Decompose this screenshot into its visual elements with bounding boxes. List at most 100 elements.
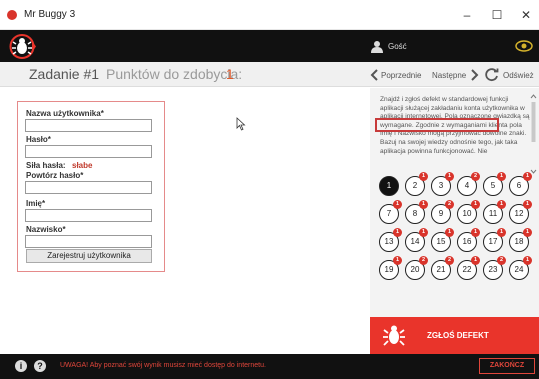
user-icon bbox=[371, 41, 383, 53]
password-strength-label: Siła hasła: bbox=[26, 161, 66, 170]
maximize-button[interactable]: ☐ bbox=[485, 7, 509, 23]
username-input[interactable] bbox=[25, 119, 152, 132]
defect-slot-number: 20 bbox=[410, 265, 420, 274]
next-label: Następne bbox=[432, 71, 467, 80]
defect-slot[interactable]: 17 1 bbox=[483, 228, 506, 252]
eye-icon[interactable] bbox=[515, 39, 533, 53]
defect-slot-number: 24 bbox=[514, 265, 524, 274]
task-description: Znajdź i zgłoś defekt w standardowej fun… bbox=[380, 96, 530, 172]
bug-logo-icon bbox=[9, 34, 36, 59]
defect-slot-number: 4 bbox=[464, 181, 470, 190]
app-icon bbox=[7, 10, 17, 20]
defect-slot[interactable]: 61 bbox=[509, 172, 532, 196]
report-defect-label: ZGŁOŚ DEFEKT bbox=[427, 331, 489, 340]
lastname-label: Nazwisko* bbox=[26, 225, 66, 234]
defect-slot[interactable]: 19 1 bbox=[379, 256, 402, 280]
defect-slot[interactable]: 13 1 bbox=[379, 228, 402, 252]
defect-slot[interactable]: 11 1 bbox=[483, 200, 506, 224]
defect-slot-badge: 1 bbox=[419, 172, 428, 181]
close-button[interactable]: ✕ bbox=[514, 7, 538, 23]
lastname-input[interactable] bbox=[25, 235, 152, 248]
report-defect-button[interactable]: ZGŁOŚ DEFEKT bbox=[370, 317, 539, 354]
defect-slot-badge: 1 bbox=[523, 256, 532, 265]
password-input[interactable] bbox=[25, 145, 152, 158]
defect-slot-badge: 1 bbox=[523, 172, 532, 181]
defect-slot[interactable]: 1 bbox=[379, 176, 399, 196]
user-name: Gość bbox=[388, 42, 407, 51]
info-icon[interactable]: i bbox=[15, 360, 27, 372]
description-scrollbar[interactable] bbox=[530, 94, 537, 174]
defect-slot-number: 9 bbox=[438, 209, 444, 218]
defect-slot[interactable]: 42 bbox=[457, 172, 480, 196]
defect-slot[interactable]: 31 bbox=[431, 172, 454, 196]
defect-slot[interactable]: 24 1 bbox=[509, 256, 532, 280]
defect-slot[interactable]: 21 bbox=[405, 172, 428, 196]
defect-slot-number: 7 bbox=[386, 209, 392, 218]
defect-slot-badge: 1 bbox=[393, 228, 402, 237]
defect-slot-number: 3 bbox=[438, 181, 444, 190]
defect-slot-badge: 2 bbox=[471, 172, 480, 181]
firstname-input[interactable] bbox=[25, 209, 152, 222]
internet-warning: UWAGA! Aby poznać swój wynik musisz mieć… bbox=[60, 362, 266, 369]
defect-slot[interactable]: 22 1 bbox=[457, 256, 480, 280]
defect-slot[interactable]: 81 bbox=[405, 200, 428, 224]
username-label: Nazwa użytkownika* bbox=[26, 109, 104, 118]
defect-slot-badge: 1 bbox=[471, 256, 480, 265]
defect-slot-number: 2 bbox=[412, 181, 418, 190]
defect-slot-badge: 1 bbox=[419, 200, 428, 209]
minimize-button[interactable]: – bbox=[455, 7, 479, 23]
password-strength-value: słabe bbox=[72, 161, 93, 170]
window-title: Mr Buggy 3 bbox=[24, 9, 76, 20]
defect-slot[interactable]: 21 2 bbox=[431, 256, 454, 280]
defect-slot[interactable]: 10 1 bbox=[457, 200, 480, 224]
defect-slot[interactable]: 16 1 bbox=[457, 228, 480, 252]
defect-slot-number: 8 bbox=[412, 209, 418, 218]
points-label: Punktów do zdobycia: bbox=[106, 66, 243, 82]
defect-slot-badge: 1 bbox=[471, 228, 480, 237]
defect-slot[interactable]: 18 1 bbox=[509, 228, 532, 252]
defect-slot-number: 17 bbox=[488, 237, 498, 246]
defect-slot-number: 14 bbox=[410, 237, 420, 246]
defect-slot-number: 19 bbox=[384, 265, 394, 274]
defect-slot[interactable]: 15 1 bbox=[431, 228, 454, 252]
defect-slot-badge: 1 bbox=[419, 228, 428, 237]
defect-slot-badge: 1 bbox=[497, 228, 506, 237]
defect-slot-badge: 1 bbox=[393, 200, 402, 209]
defect-slot[interactable]: 92 bbox=[431, 200, 454, 224]
defect-slot-number: 13 bbox=[384, 237, 394, 246]
task-title: Zadanie #1 bbox=[29, 66, 100, 82]
app-bar: Gość bbox=[0, 30, 539, 62]
registration-form: Nazwa użytkownika* Hasło* Siła hasła: sł… bbox=[17, 101, 165, 272]
defect-slot-number: 5 bbox=[490, 181, 496, 190]
defect-slot-badge: 1 bbox=[523, 228, 532, 237]
defect-slot-number: 23 bbox=[488, 265, 498, 274]
defect-slot[interactable]: 71 bbox=[379, 200, 402, 224]
defect-slot[interactable]: 23 2 bbox=[483, 256, 506, 280]
defect-slot-number: 15 bbox=[436, 237, 446, 246]
defect-slot-badge: 2 bbox=[497, 256, 506, 265]
defect-slot-badge: 1 bbox=[393, 256, 402, 265]
defect-slot-number: 1 bbox=[386, 181, 392, 190]
refresh-icon bbox=[485, 68, 499, 82]
repeat-password-label: Powtórz hasło* bbox=[26, 171, 84, 180]
points-value: 1 bbox=[226, 66, 234, 82]
defect-slot[interactable]: 14 1 bbox=[405, 228, 428, 252]
defect-slot-number: 16 bbox=[462, 237, 472, 246]
annotation-highlight-box bbox=[375, 118, 499, 132]
chevron-left-icon bbox=[370, 69, 378, 81]
defect-slot-badge: 1 bbox=[523, 200, 532, 209]
register-button[interactable]: Zarejestruj użytkownika bbox=[26, 249, 152, 263]
defect-slot-number: 10 bbox=[462, 209, 472, 218]
defect-slot-number: 18 bbox=[514, 237, 524, 246]
password-label: Hasło* bbox=[26, 135, 51, 144]
defect-slot-number: 22 bbox=[462, 265, 472, 274]
end-button[interactable]: ZAKOŃCZ bbox=[479, 358, 535, 374]
defect-slot[interactable]: 12 1 bbox=[509, 200, 532, 224]
defect-slot-badge: 1 bbox=[497, 200, 506, 209]
defect-slot[interactable]: 20 2 bbox=[405, 256, 428, 280]
previous-label: Poprzednie bbox=[381, 71, 422, 80]
repeat-password-input[interactable] bbox=[25, 181, 152, 194]
defect-slot[interactable]: 51 bbox=[483, 172, 506, 196]
defect-slot-number: 11 bbox=[488, 209, 498, 218]
help-icon[interactable]: ? bbox=[34, 360, 46, 372]
